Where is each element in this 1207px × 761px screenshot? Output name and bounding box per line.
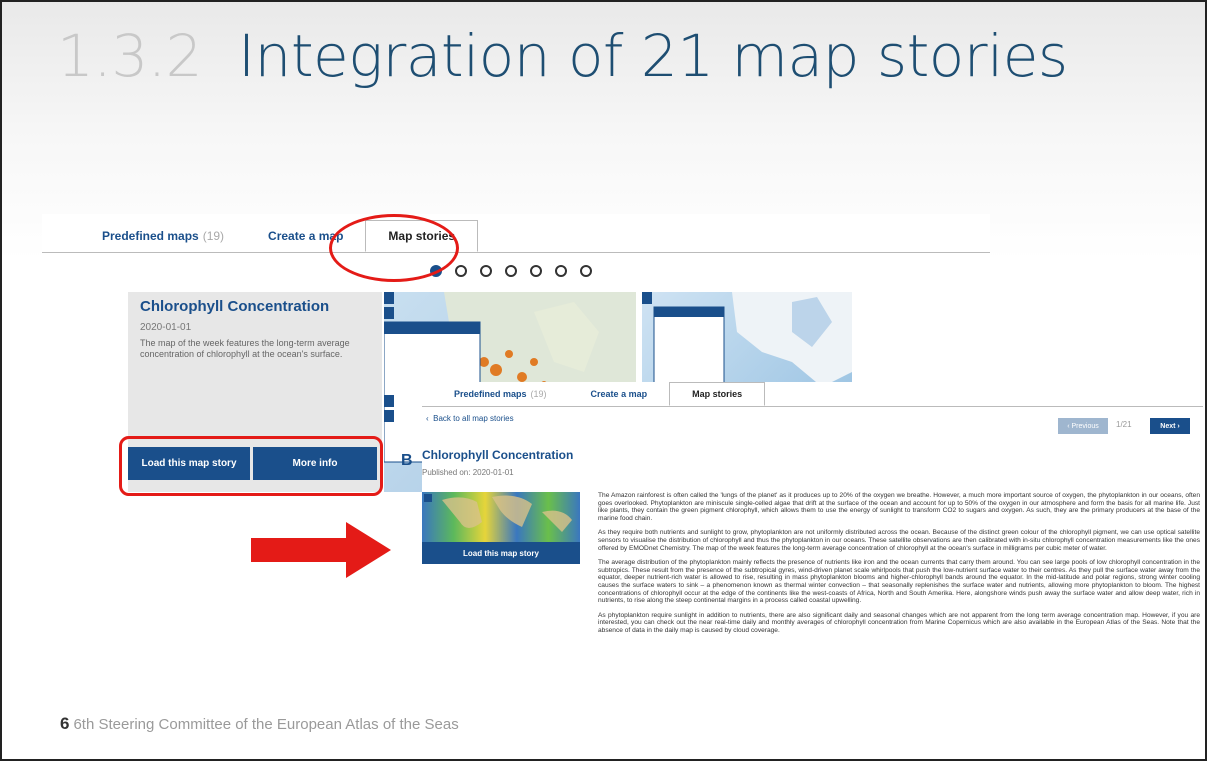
front-screenshot: Predefined maps (19) Create a map Map sto… (422, 382, 1203, 692)
tab-predefined-maps[interactable]: Predefined maps (19) (80, 220, 246, 252)
carousel-dots[interactable] (430, 265, 592, 277)
body-paragraph: As they require both nutrients and sunli… (598, 529, 1200, 552)
red-arrow-icon (251, 522, 391, 578)
body-paragraph: As phytoplankton require sunlight in add… (598, 611, 1200, 634)
page-number: 6 (60, 714, 70, 733)
title-text: Integration of 21 map stories (237, 22, 1068, 90)
highlight-circle (329, 214, 459, 282)
title-number: 1.3.2 (57, 22, 203, 90)
slide: 1.3.2 Integration of 21 map stories Pred… (0, 0, 1207, 761)
front-tabs: Predefined maps (19) Create a map Map sto… (432, 382, 766, 406)
slide-footer: 6 6th Steering Committee of the European … (60, 714, 459, 734)
card-date: 2020-01-01 (140, 322, 192, 333)
body-paragraph: The Amazon rainforest is often called th… (598, 492, 1200, 522)
chevron-left-icon: ‹ (426, 414, 429, 423)
chlorophyll-map-thumbnail[interactable] (422, 492, 580, 542)
body-paragraph: The average distribution of the phytopla… (598, 559, 1200, 605)
story-body: The Amazon rainforest is often called th… (598, 492, 1200, 642)
slide-title: 1.3.2 Integration of 21 map stories (57, 22, 1068, 90)
tab-map-stories[interactable]: Map stories (669, 382, 766, 406)
next-button[interactable]: Next › (1150, 418, 1190, 434)
load-map-story-button[interactable]: Load this map story (422, 542, 580, 564)
card-description: The map of the week features the long-te… (140, 338, 350, 359)
chevron-right-icon: › (1175, 422, 1180, 430)
card-title: Chlorophyll Concentration (140, 298, 330, 315)
carousel-dot[interactable] (555, 265, 567, 277)
carousel-dot[interactable] (505, 265, 517, 277)
carousel-dot[interactable] (580, 265, 592, 277)
next-card-title-fragment: B (401, 452, 413, 469)
chlorophyll-map-image (424, 494, 572, 532)
tab-predefined-maps[interactable]: Predefined maps (19) (432, 382, 569, 406)
carousel-dot[interactable] (530, 265, 542, 277)
published-date: Published on: 2020-01-01 (422, 468, 514, 477)
tab-create-map[interactable]: Create a map (569, 382, 670, 406)
back-to-stories-link[interactable]: ‹ Back to all map stories (426, 414, 514, 423)
footer-text: 6th Steering Committee of the European A… (73, 716, 459, 733)
tab-divider (422, 406, 1203, 407)
story-title: Chlorophyll Concentration (422, 448, 574, 462)
previous-button[interactable]: ‹ Previous (1058, 418, 1108, 434)
pager-position: 1/21 (1116, 420, 1132, 429)
carousel-dot[interactable] (455, 265, 467, 277)
highlight-box (119, 436, 383, 496)
tab-divider (42, 252, 990, 253)
carousel-dot[interactable] (480, 265, 492, 277)
